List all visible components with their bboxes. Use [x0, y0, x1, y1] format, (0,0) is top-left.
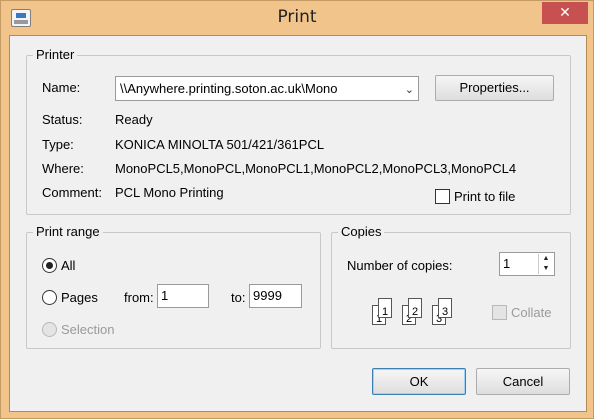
all-radio-label[interactable]: All: [61, 258, 75, 273]
collate-page-icon: 1: [378, 298, 392, 318]
spinner-down-icon[interactable]: ▼: [539, 264, 553, 274]
close-button[interactable]: ✕: [542, 2, 588, 24]
copies-group: Copies Number of copies: 1 ▲ ▼ 1 1 2 2 3…: [331, 224, 571, 349]
ok-button-label: OK: [409, 374, 429, 389]
status-value: Ready: [115, 112, 153, 127]
close-icon: ✕: [559, 5, 571, 21]
spinner-up-icon[interactable]: ▲: [539, 254, 553, 264]
comment-value: PCL Mono Printing: [115, 185, 224, 200]
collate-page-number: 3: [441, 306, 449, 318]
selection-radio-label[interactable]: Selection: [61, 322, 114, 337]
properties-button[interactable]: Properties...: [435, 75, 554, 101]
comment-label: Comment:: [42, 185, 102, 200]
to-page-input[interactable]: 9999: [249, 284, 302, 308]
where-label: Where:: [42, 161, 84, 176]
print-range-group: Print range All Pages from: 1 to: 9999 S…: [26, 224, 321, 349]
print-to-file-checkbox[interactable]: [435, 189, 450, 204]
copies-group-label: Copies: [338, 224, 385, 239]
from-page-value: 1: [161, 288, 169, 303]
collate-checkbox[interactable]: [492, 305, 507, 320]
type-label: Type:: [42, 137, 74, 152]
pages-radio[interactable]: [42, 290, 57, 305]
cancel-button[interactable]: Cancel: [476, 368, 570, 395]
collate-page-number: 1: [381, 306, 389, 318]
print-range-group-label: Print range: [33, 224, 103, 239]
chevron-down-icon: ⌄: [404, 83, 414, 96]
type-value: KONICA MINOLTA 501/421/361PCL: [115, 137, 325, 152]
from-label: from:: [124, 290, 154, 305]
print-dialog-window: Print ✕ Printer Name: \\Anywhere.printin…: [0, 0, 594, 419]
cancel-button-label: Cancel: [502, 374, 544, 389]
to-page-value: 9999: [253, 288, 282, 303]
ok-button[interactable]: OK: [372, 368, 466, 395]
collate-page-number: 2: [411, 306, 419, 318]
window-title: Print: [277, 7, 317, 27]
printer-name-select[interactable]: \\Anywhere.printing.soton.ac.uk\Mono ⌄: [115, 76, 419, 101]
collate-page-icon: 2: [408, 298, 422, 318]
print-to-file-label[interactable]: Print to file: [454, 189, 515, 204]
number-of-copies-label: Number of copies:: [347, 258, 453, 273]
printer-group-label: Printer: [33, 47, 78, 62]
dialog-body: Printer Name: \\Anywhere.printing.soton.…: [9, 35, 587, 412]
printer-group: Printer Name: \\Anywhere.printing.soton.…: [26, 47, 571, 215]
copies-value: 1: [503, 256, 511, 271]
spinner-arrows[interactable]: ▲ ▼: [538, 254, 553, 274]
properties-button-label: Properties...: [459, 80, 530, 95]
collate-label[interactable]: Collate: [511, 305, 551, 320]
name-label: Name:: [42, 80, 81, 95]
collate-page-icon: 3: [438, 298, 452, 318]
status-label: Status:: [42, 112, 83, 127]
from-page-input[interactable]: 1: [157, 284, 209, 308]
pages-radio-label[interactable]: Pages: [61, 290, 98, 305]
printer-name-value: \\Anywhere.printing.soton.ac.uk\Mono: [120, 81, 338, 96]
where-value: MonoPCL5,MonoPCL,MonoPCL1,MonoPCL2,MonoP…: [115, 161, 517, 176]
to-label: to:: [231, 290, 246, 305]
title-bar[interactable]: Print ✕: [1, 1, 593, 35]
selection-radio[interactable]: [42, 322, 57, 337]
copies-spinner[interactable]: 1 ▲ ▼: [499, 252, 555, 276]
all-radio[interactable]: [42, 258, 57, 273]
